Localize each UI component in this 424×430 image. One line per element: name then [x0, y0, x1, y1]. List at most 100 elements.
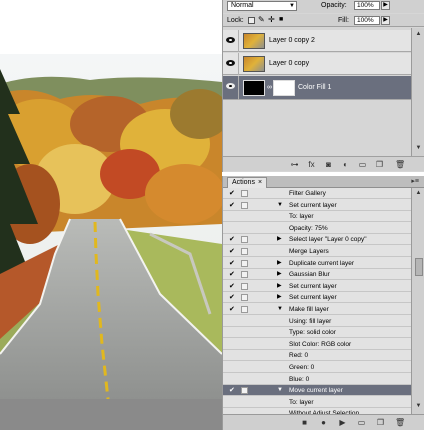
action-detail-row[interactable]: Red: 0 — [223, 350, 411, 362]
action-row[interactable]: ✔ ▶ Gaussian Blur — [223, 269, 411, 281]
canvas-background — [0, 399, 222, 430]
action-row[interactable]: ✔ ▶ Set current layer — [223, 281, 411, 292]
dialog-toggle-icon[interactable] — [241, 271, 248, 279]
link-chain-icon: ∞ — [267, 84, 272, 91]
action-detail-row[interactable]: Blue: 0 — [223, 374, 411, 385]
toggle-item-checkbox-icon[interactable]: ✔ — [229, 190, 236, 197]
actions-tab-bar: Actions × ▸≡ — [223, 176, 424, 188]
trash-icon[interactable]: 🗑 — [395, 160, 405, 169]
dialog-toggle-icon[interactable] — [241, 236, 248, 244]
eye-icon[interactable] — [226, 35, 236, 45]
tab-actions[interactable]: Actions × — [227, 177, 268, 188]
toggle-item-checkbox-icon[interactable]: ✔ — [229, 271, 236, 278]
expand-open-icon[interactable]: ▼ — [277, 202, 283, 209]
record-icon[interactable]: ● — [319, 418, 328, 427]
add-mask-icon[interactable]: ◙ — [324, 160, 333, 169]
opacity-field[interactable]: 100% — [354, 1, 380, 10]
lock-position-icon[interactable]: ✛ — [268, 16, 275, 24]
layer-row-selected[interactable]: ∞ Color Fill 1 — [223, 76, 411, 100]
actions-scrollbar[interactable]: ▲ ▼ — [411, 188, 424, 414]
eye-icon[interactable] — [226, 58, 236, 68]
action-detail-row[interactable]: Opacity: 75% — [223, 223, 411, 234]
dialog-toggle-icon[interactable] — [241, 201, 248, 209]
layer-row[interactable]: Layer 0 copy 2 — [223, 30, 411, 52]
new-action-icon[interactable]: ❐ — [376, 418, 385, 427]
scroll-down-icon[interactable]: ▼ — [414, 144, 423, 153]
toggle-item-checkbox-icon[interactable]: ✔ — [229, 294, 236, 301]
document-canvas[interactable] — [0, 0, 222, 430]
toggle-item-checkbox-icon[interactable]: ✔ — [229, 306, 236, 313]
fill-slider-arrow-icon[interactable]: ▶ — [381, 16, 390, 25]
trash-icon[interactable]: 🗑 — [395, 418, 405, 427]
toggle-item-checkbox-icon[interactable]: ✔ — [229, 283, 236, 290]
action-name: Select layer "Layer 0 copy" — [289, 236, 367, 244]
toggle-item-checkbox-icon[interactable]: ✔ — [229, 387, 236, 394]
dialog-toggle-icon[interactable] — [241, 248, 248, 255]
action-detail-row[interactable]: Green: 0 — [223, 362, 411, 373]
action-name: Move current layer — [289, 387, 343, 395]
action-row[interactable]: ✔ Merge Layers — [223, 246, 411, 257]
layer-thumbnail — [243, 33, 265, 49]
action-detail-text: Red: 0 — [289, 352, 309, 360]
layers-lock-bar: Lock: ✎ ✛ ■ Fill: 100% ▶ — [223, 14, 424, 27]
action-row[interactable]: ✔ Filter Gallery — [223, 188, 411, 199]
toggle-item-checkbox-icon[interactable]: ✔ — [229, 202, 236, 209]
expand-open-icon[interactable]: ▼ — [277, 306, 283, 313]
action-detail-row[interactable]: Type: solid color — [223, 327, 411, 339]
blend-mode-select[interactable]: Normal ▼ — [227, 1, 297, 11]
dialog-toggle-icon[interactable] — [241, 282, 248, 290]
dialog-toggle-icon[interactable] — [241, 190, 248, 197]
action-detail-row[interactable]: Using: fill layer — [223, 316, 411, 327]
dialog-toggle-icon[interactable] — [241, 259, 248, 267]
layer-name: Layer 0 copy — [269, 60, 310, 67]
expand-closed-icon[interactable]: ▶ — [277, 283, 282, 290]
scroll-down-icon[interactable]: ▼ — [414, 402, 423, 411]
action-name: Merge Layers — [289, 248, 329, 255]
dialog-toggle-icon[interactable] — [241, 294, 248, 302]
action-name: Gaussian Blur — [289, 271, 330, 279]
action-detail-row[interactable]: To: layer — [223, 397, 411, 408]
action-row[interactable]: ✔ ▼ Set current layer — [223, 200, 411, 211]
dialog-toggle-icon[interactable] — [241, 306, 248, 313]
action-detail-row[interactable]: Slot Color: RGB color — [223, 339, 411, 350]
opacity-slider-arrow-icon[interactable]: ▶ — [381, 1, 390, 10]
link-layers-icon[interactable]: ⊶ — [290, 160, 299, 169]
play-icon[interactable]: ▶ — [338, 418, 347, 427]
lock-all-icon[interactable]: ■ — [279, 16, 283, 24]
new-group-icon[interactable]: ▭ — [358, 160, 367, 169]
close-icon[interactable]: × — [258, 179, 262, 186]
layers-scrollbar[interactable]: ▲ ▼ — [411, 28, 424, 156]
action-detail-row[interactable]: To: layer — [223, 211, 411, 223]
lock-image-icon[interactable]: ✎ — [258, 16, 265, 24]
expand-open-icon[interactable]: ▼ — [277, 387, 283, 394]
dialog-toggle-icon[interactable] — [241, 387, 248, 395]
expand-closed-icon[interactable]: ▶ — [277, 271, 282, 278]
action-detail-text: Blue: 0 — [289, 375, 310, 383]
layer-style-icon[interactable]: fx — [307, 160, 316, 169]
new-set-icon[interactable]: ▭ — [357, 418, 366, 427]
action-row[interactable]: ✔ ▶ Select layer "Layer 0 copy" — [223, 234, 411, 246]
layers-top-bar: Normal ▼ Opacity: 100% ▶ — [223, 0, 424, 13]
layer-row[interactable]: Layer 0 copy — [223, 53, 411, 75]
stop-icon[interactable]: ■ — [300, 418, 309, 427]
lock-transparent-icon[interactable] — [248, 17, 255, 24]
panel-menu-icon[interactable]: ▸≡ — [411, 177, 419, 185]
action-row-selected[interactable]: ✔ ▼ Move current layer — [223, 385, 411, 397]
scroll-up-icon[interactable]: ▲ — [414, 30, 423, 39]
expand-closed-icon[interactable]: ▶ — [277, 236, 282, 243]
action-row[interactable]: ✔ ▶ Duplicate current layer — [223, 258, 411, 269]
autumn-road-photo — [0, 54, 222, 399]
toggle-item-checkbox-icon[interactable]: ✔ — [229, 248, 236, 255]
action-row[interactable]: ✔ ▼ Make fill layer — [223, 304, 411, 315]
toggle-item-checkbox-icon[interactable]: ✔ — [229, 260, 236, 267]
action-row[interactable]: ✔ ▶ Set current layer — [223, 292, 411, 304]
eye-icon[interactable] — [226, 81, 236, 91]
expand-closed-icon[interactable]: ▶ — [277, 260, 282, 267]
scrollbar-thumb[interactable] — [415, 258, 423, 276]
new-layer-icon[interactable]: ❐ — [375, 160, 384, 169]
adjustment-layer-icon[interactable]: ◐ — [341, 160, 350, 169]
toggle-item-checkbox-icon[interactable]: ✔ — [229, 236, 236, 243]
scroll-up-icon[interactable]: ▲ — [414, 189, 423, 198]
fill-field[interactable]: 100% — [354, 16, 380, 25]
expand-closed-icon[interactable]: ▶ — [277, 294, 282, 301]
